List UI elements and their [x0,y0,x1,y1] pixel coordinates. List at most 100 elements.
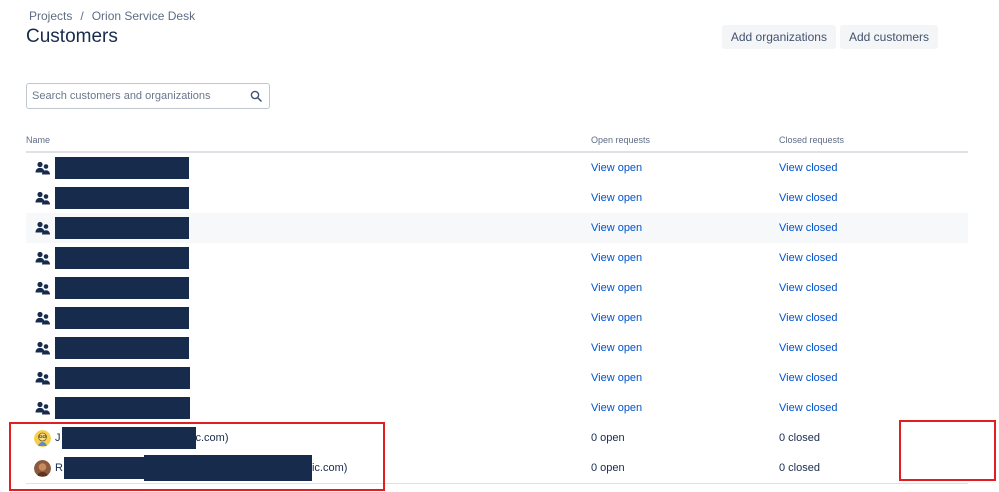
organization-icon [35,311,50,325]
table-header-row: Name Open requests Closed requests [26,129,968,153]
table-row: View open View closed [26,183,968,213]
name-cell [26,183,591,213]
name-cell [26,303,591,333]
table-row: View open View closed [26,393,968,423]
customer-avatar [34,459,51,477]
name-cell [26,152,591,183]
view-closed-link[interactable]: View closed [779,252,838,264]
open-requests-cell: View open [591,213,779,243]
table-bottom-divider [26,483,968,484]
view-closed-link[interactable]: View closed [779,162,838,174]
customer-email-suffix: c.com) [195,432,229,444]
table-row: Ric.com) 0 open 0 closed [26,453,968,483]
table-row: View open View closed [26,303,968,333]
view-open-link[interactable]: View open [591,372,642,384]
organization-icon [35,251,50,265]
header-closed-requests: Closed requests [779,129,968,153]
table-row: View open View closed [26,152,968,183]
name-cell [26,363,591,393]
breadcrumb-projects[interactable]: Projects [29,9,72,23]
table-row: Jc.com) 0 open 0 closed [26,423,968,453]
closed-requests-cell: View closed [779,243,968,273]
closed-requests-cell: View closed [779,183,968,213]
view-open-link[interactable]: View open [591,342,642,354]
view-open-link[interactable]: View open [591,222,642,234]
organization-icon [35,221,50,235]
header-name: Name [26,129,591,153]
search-input[interactable] [27,84,242,108]
name-cell [26,393,591,423]
table-row: View open View closed [26,243,968,273]
view-open-link[interactable]: View open [591,402,642,414]
redacted-organization-name [55,187,189,209]
open-requests-cell: View open [591,273,779,303]
name-cell: Jc.com) [26,423,591,453]
name-cell [26,273,591,303]
breadcrumb-project[interactable]: Orion Service Desk [92,9,195,23]
view-open-link[interactable]: View open [591,252,642,264]
view-closed-link[interactable]: View closed [779,192,838,204]
open-requests-cell: 0 open [591,453,779,483]
table-row: View open View closed [26,213,968,243]
view-closed-link[interactable]: View closed [779,402,838,414]
organization-icon [35,161,50,175]
closed-requests-cell: 0 closed [779,453,968,483]
open-requests-cell: View open [591,243,779,273]
redacted-customer-name [61,427,196,449]
name-cell: Ric.com) [26,453,591,483]
redacted-organization-name [55,247,189,269]
breadcrumb-separator: / [80,9,84,23]
view-open-link[interactable]: View open [591,192,642,204]
view-open-link[interactable]: View open [591,162,642,174]
customer-name-prefix: R [55,462,63,474]
search-box [26,83,270,109]
redacted-organization-name [55,307,189,329]
open-requests-cell: View open [591,183,779,213]
view-closed-link[interactable]: View closed [779,312,838,324]
open-requests-cell: 0 open [591,423,779,453]
name-cell [26,243,591,273]
view-closed-link[interactable]: View closed [779,372,838,384]
redacted-organization-name [55,277,189,299]
page-title: Customers [26,26,118,47]
closed-count: 0 closed [779,432,820,444]
organization-icon [35,191,50,205]
header-actions: Add organizations Add customers [721,25,938,49]
breadcrumb: Projects / Orion Service Desk [29,9,195,23]
closed-count: 0 closed [779,462,820,474]
customers-table: Name Open requests Closed requests View … [26,129,968,483]
open-requests-cell: View open [591,363,779,393]
open-requests-cell: View open [591,303,779,333]
redacted-organization-name [55,157,189,179]
redacted-organization-name [55,367,190,389]
closed-requests-cell: View closed [779,273,968,303]
add-organizations-button[interactable]: Add organizations [721,25,836,49]
customer-email-suffix: ic.com) [311,462,348,474]
organization-icon [35,341,50,355]
view-closed-link[interactable]: View closed [779,342,838,354]
organization-icon [35,371,50,385]
name-cell [26,213,591,243]
open-requests-cell: View open [591,393,779,423]
closed-requests-cell: 0 closed [779,423,968,453]
closed-requests-cell: View closed [779,333,968,363]
organization-icon [35,401,50,415]
view-closed-link[interactable]: View closed [779,282,838,294]
customer-name-prefix: J [55,432,61,444]
search-icon[interactable] [250,90,262,102]
table-row: View open View closed [26,333,968,363]
closed-requests-cell: View closed [779,213,968,243]
table-row: View open View closed [26,363,968,393]
open-requests-cell: View open [591,152,779,183]
view-open-link[interactable]: View open [591,312,642,324]
redacted-customer-name [63,457,144,479]
view-open-link[interactable]: View open [591,282,642,294]
closed-requests-cell: View closed [779,303,968,333]
add-customers-button[interactable]: Add customers [839,25,938,49]
closed-requests-cell: View closed [779,393,968,423]
organization-icon [35,281,50,295]
view-closed-link[interactable]: View closed [779,222,838,234]
redacted-organization-name [55,337,189,359]
redacted-customer-name [143,455,312,481]
table-row: View open View closed [26,273,968,303]
